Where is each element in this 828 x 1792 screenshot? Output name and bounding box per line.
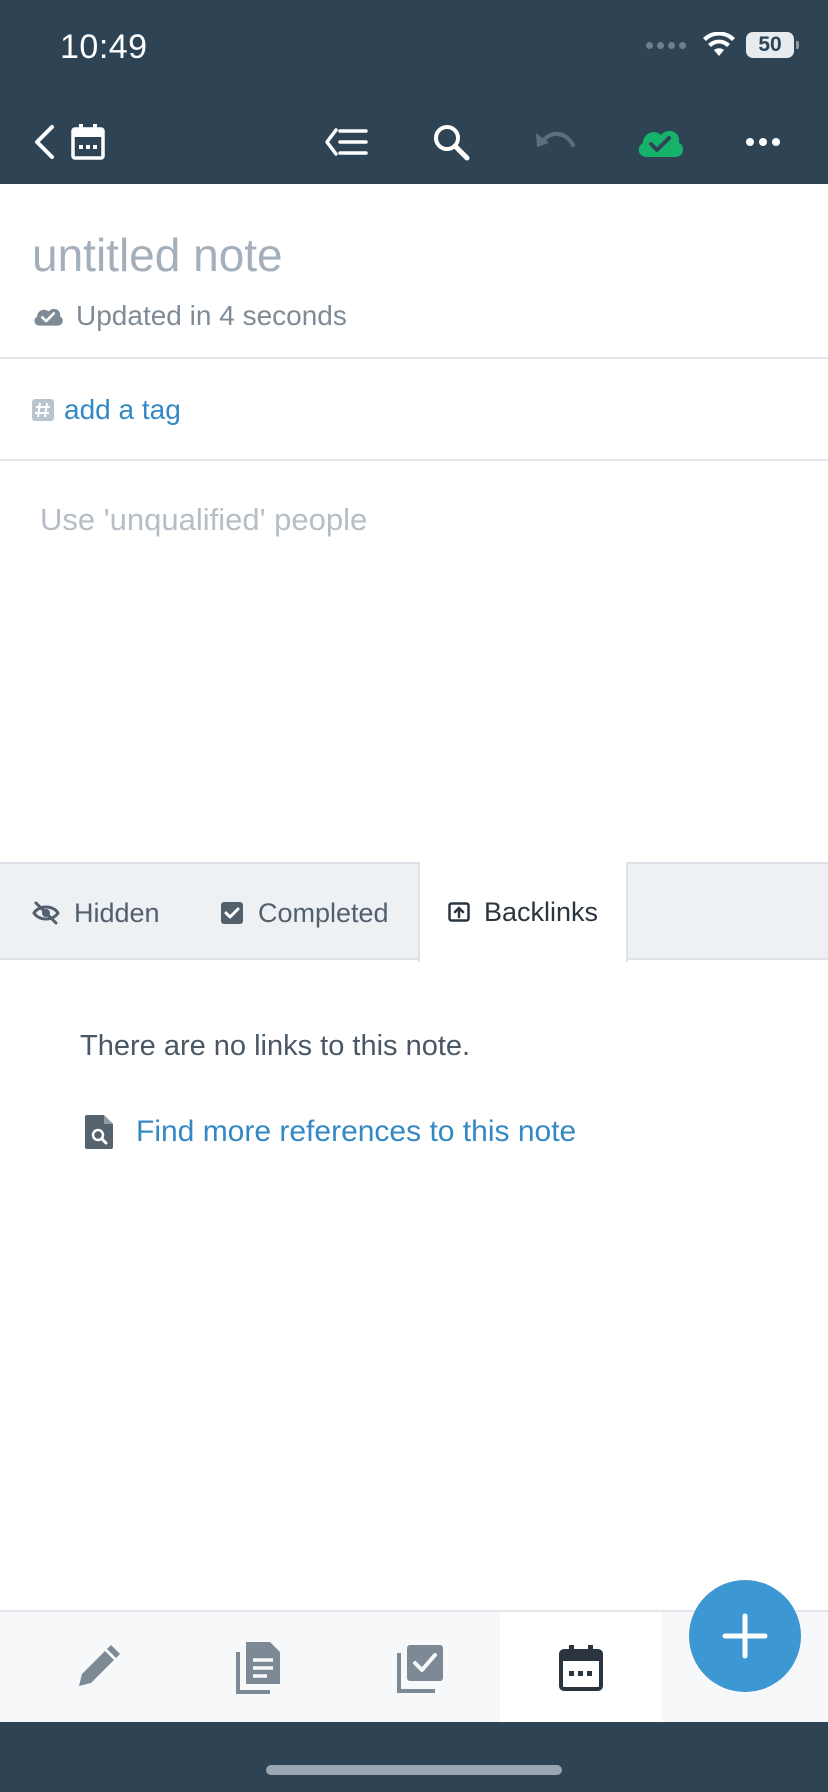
- calendar-button[interactable]: [58, 112, 118, 172]
- note-body[interactable]: Use 'unqualified' people: [40, 502, 367, 538]
- tab-hidden[interactable]: Hidden: [32, 864, 160, 962]
- cloud-check-icon: [638, 130, 684, 157]
- search-button[interactable]: [421, 112, 481, 172]
- tab-completed-label: Completed: [258, 897, 389, 928]
- nav-tasks[interactable]: [339, 1612, 501, 1724]
- divider: [0, 958, 418, 960]
- file-search-icon: [85, 1115, 113, 1149]
- home-indicator-area: [0, 1722, 828, 1792]
- pencil-icon: [79, 1645, 120, 1686]
- status-icons: 50: [646, 32, 799, 58]
- tab-hidden-label: Hidden: [74, 897, 160, 928]
- tab-backlinks[interactable]: Backlinks: [418, 862, 628, 962]
- panel-tabs: Hidden Completed Backlinks: [0, 862, 828, 962]
- hashtag-icon: [32, 399, 54, 421]
- nav-calendar[interactable]: [500, 1612, 662, 1724]
- tab-backlinks-label: Backlinks: [483, 896, 599, 927]
- find-references-link[interactable]: Find more references to this note: [84, 1114, 576, 1150]
- eye-slash-icon: [32, 901, 60, 925]
- find-references-label: Find more references to this note: [136, 1115, 577, 1148]
- cloud-check-icon: [34, 308, 63, 326]
- battery-indicator: 50: [746, 32, 799, 58]
- outline-button[interactable]: [316, 112, 376, 172]
- chevron-left-icon: [35, 125, 54, 159]
- updated-status: Updated in 4 seconds: [32, 300, 347, 332]
- app-header: 10:49 50: [0, 0, 828, 184]
- outline-collapse-icon: [325, 128, 368, 156]
- nav-notes[interactable]: [178, 1612, 340, 1724]
- undo-button[interactable]: [525, 112, 585, 172]
- note-title[interactable]: untitled note: [32, 228, 283, 282]
- updated-text: Updated in 4 seconds: [76, 300, 347, 331]
- tasks-icon: [397, 1645, 443, 1693]
- no-backlinks-message: There are no links to this note.: [80, 1030, 471, 1062]
- plus-icon: [722, 1613, 768, 1659]
- wifi-icon: [703, 32, 735, 56]
- undo-icon: [536, 132, 575, 147]
- more-horizontal-icon: [746, 138, 780, 146]
- cellular-signal-icon: [646, 41, 686, 49]
- notes-icon: [236, 1642, 280, 1694]
- nav-edit[interactable]: [16, 1612, 178, 1724]
- divider: [0, 357, 828, 359]
- sync-status-button[interactable]: [630, 112, 690, 172]
- status-time: 10:49: [60, 28, 148, 66]
- tab-completed[interactable]: Completed: [220, 864, 389, 962]
- divider: [628, 958, 828, 960]
- home-indicator[interactable]: [266, 1765, 562, 1775]
- add-note-button[interactable]: [689, 1580, 801, 1692]
- divider: [0, 459, 828, 461]
- add-tag-button[interactable]: add a tag: [32, 394, 181, 426]
- add-tag-label: add a tag: [64, 394, 181, 425]
- checkbox-checked-icon: [221, 902, 243, 924]
- search-icon: [434, 125, 470, 161]
- calendar-icon: [71, 124, 105, 160]
- more-button[interactable]: [733, 112, 793, 172]
- calendar-icon: [559, 1645, 603, 1691]
- backlink-icon: [448, 902, 470, 922]
